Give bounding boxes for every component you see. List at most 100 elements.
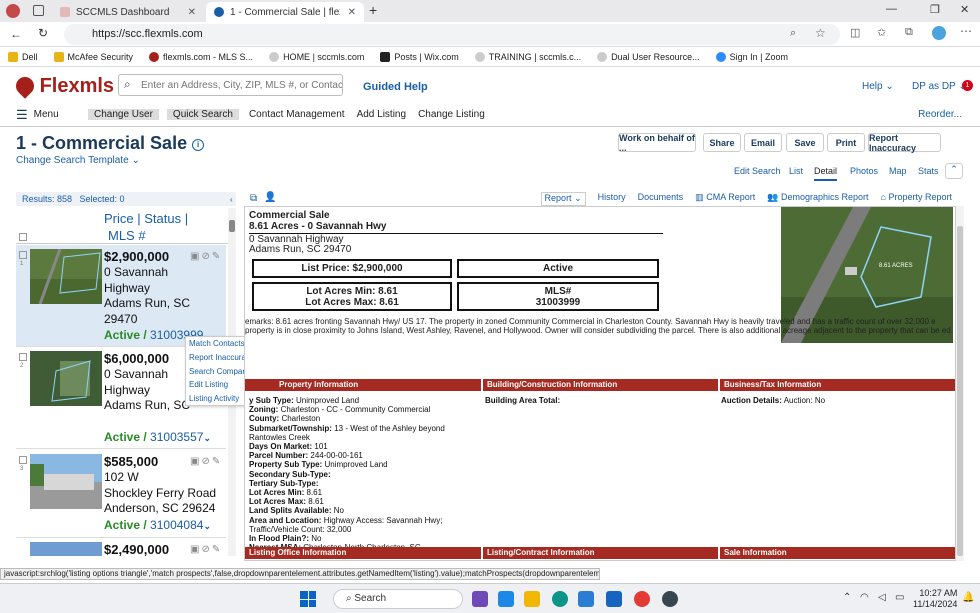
tab-detail[interactable]: Detail bbox=[814, 166, 838, 181]
maximize-icon[interactable]: ❐ bbox=[930, 3, 940, 16]
user-menu[interactable]: DP as DP ⌄ bbox=[912, 81, 967, 92]
chevron-up-icon[interactable]: ⌃ bbox=[843, 592, 851, 603]
window-close-icon[interactable]: ✕ bbox=[960, 3, 969, 16]
chrome-icon[interactable] bbox=[634, 591, 650, 607]
favorites-icon[interactable]: ✩ bbox=[877, 26, 886, 39]
bookmark-zoom[interactable]: Sign In | Zoom bbox=[715, 51, 788, 62]
report-inaccuracy-button[interactable]: Report Inaccuracy bbox=[868, 133, 941, 153]
split-screen-icon[interactable]: ◫ bbox=[850, 26, 860, 39]
tab-actions-icon[interactable] bbox=[33, 5, 44, 16]
history-link[interactable]: History bbox=[598, 192, 626, 206]
copilot-taskbar-icon[interactable] bbox=[472, 591, 488, 607]
list-item[interactable]: $2,490,000 ▣⊘✎ bbox=[16, 538, 226, 556]
listing-photo[interactable] bbox=[30, 249, 102, 304]
tab-map[interactable]: Map bbox=[889, 166, 907, 176]
more-icon[interactable]: ⋯ bbox=[960, 24, 972, 38]
hide-icon[interactable]: ⊘ bbox=[201, 544, 211, 555]
url-field[interactable]: https://scc.flexmls.com bbox=[64, 24, 840, 45]
notifications-icon[interactable]: 🔔 bbox=[962, 592, 974, 603]
listing-action-icons[interactable]: ▣⊘✎ bbox=[190, 456, 222, 467]
new-tab-icon[interactable]: + bbox=[369, 2, 377, 18]
battery-icon[interactable]: ▭ bbox=[895, 592, 904, 603]
refresh-icon[interactable]: ↻ bbox=[38, 26, 48, 40]
store-icon[interactable] bbox=[578, 591, 594, 607]
edit-icon[interactable]: ✎ bbox=[212, 456, 222, 467]
notification-badge[interactable]: 1 bbox=[962, 80, 973, 91]
bookmark-dell[interactable]: Dell bbox=[8, 51, 38, 62]
guided-help-link[interactable]: Guided Help bbox=[363, 81, 428, 93]
bookmark-mcafee[interactable]: McAfee Security bbox=[53, 51, 133, 62]
listing-action-icons[interactable]: ▣⊘✎ bbox=[190, 544, 222, 555]
tab-stats[interactable]: Stats bbox=[918, 166, 939, 176]
listing-photo[interactable] bbox=[30, 542, 102, 556]
bookmark-flexmls[interactable]: flexmls.com - MLS S... bbox=[149, 51, 253, 62]
chevron-down-icon[interactable]: ⌄ bbox=[203, 521, 211, 531]
list-item[interactable]: 1 $2,900,000 0 Savannah Highway Adams Run,… bbox=[16, 245, 226, 347]
bookmark-dual-user[interactable]: Dual User Resource... bbox=[597, 51, 700, 62]
briefcase-icon[interactable]: ▣ bbox=[190, 251, 201, 262]
listing-checkbox[interactable] bbox=[19, 251, 27, 259]
tab-list[interactable]: List bbox=[789, 166, 803, 176]
save-button[interactable]: Save bbox=[786, 133, 824, 152]
listing-action-icons[interactable]: ▣⊘✎ bbox=[190, 251, 222, 262]
tab-sccmls-dashboard[interactable]: SCCMLS Dashboard ✕ bbox=[52, 2, 204, 22]
listing-checkbox[interactable] bbox=[19, 353, 27, 361]
volume-icon[interactable]: ◁ bbox=[878, 592, 886, 603]
briefcase-icon[interactable]: ▣ bbox=[190, 544, 201, 555]
favorite-icon[interactable]: ☆ bbox=[815, 26, 826, 40]
bookmark-wix[interactable]: Posts | Wix.com bbox=[380, 51, 459, 62]
hide-icon[interactable]: ⊘ bbox=[201, 251, 211, 262]
change-user-link[interactable]: Change User bbox=[88, 109, 159, 120]
email-button[interactable]: Email bbox=[744, 133, 782, 152]
listing-photo[interactable] bbox=[30, 454, 102, 509]
info-icon[interactable]: i bbox=[192, 139, 205, 151]
close-icon[interactable]: ✕ bbox=[348, 7, 356, 18]
report-scrollbar[interactable] bbox=[956, 206, 964, 561]
edit-icon[interactable]: ✎ bbox=[212, 251, 222, 262]
listing-photo[interactable] bbox=[30, 351, 102, 406]
app-icon-2[interactable] bbox=[662, 591, 678, 607]
profile-icon[interactable] bbox=[6, 4, 20, 18]
copilot-icon[interactable] bbox=[932, 26, 946, 40]
tab-commercial-sale[interactable]: 1 - Commercial Sale | flexmls Web ✕ bbox=[206, 2, 364, 22]
briefcase-icon[interactable]: ▣ bbox=[190, 456, 201, 467]
bookmark-sccmls-home[interactable]: HOME | sccmls.com bbox=[269, 51, 364, 62]
report-dropdown[interactable]: Report ⌄ bbox=[540, 192, 586, 206]
minimize-icon[interactable]: — bbox=[886, 3, 897, 15]
back-icon[interactable]: ← bbox=[10, 27, 22, 41]
list-item[interactable]: 3 $585,000 102 W Shockley Ferry Road Ander… bbox=[16, 450, 226, 538]
mls-number-link[interactable]: 31004084 bbox=[150, 518, 203, 532]
task-view-icon[interactable] bbox=[498, 591, 514, 607]
file-explorer-icon[interactable] bbox=[524, 591, 540, 607]
flexmls-logo[interactable]: Flexmls bbox=[12, 73, 114, 99]
work-on-behalf-button[interactable]: Work on behalf of ... bbox=[618, 133, 696, 153]
cma-report-link[interactable]: ▥ CMA Report bbox=[695, 192, 755, 206]
reorder-link[interactable]: Reorder... bbox=[912, 109, 968, 120]
windows-start-icon[interactable] bbox=[300, 591, 316, 607]
sort-price[interactable]: Price bbox=[104, 211, 134, 226]
contact-management-link[interactable]: Contact Management bbox=[243, 109, 351, 120]
share-button[interactable]: Share bbox=[703, 133, 741, 152]
add-listing-link[interactable]: Add Listing bbox=[351, 109, 412, 120]
sort-status[interactable]: Status bbox=[144, 211, 181, 226]
menu-button[interactable]: ☰ Menu bbox=[0, 107, 84, 123]
documents-link[interactable]: Documents bbox=[638, 192, 684, 206]
global-search-input[interactable] bbox=[118, 74, 343, 96]
select-all-checkbox[interactable] bbox=[19, 233, 27, 241]
print-button[interactable]: Print bbox=[827, 133, 865, 152]
tab-photos[interactable]: Photos bbox=[850, 166, 878, 176]
edit-icon[interactable]: ✎ bbox=[212, 544, 222, 555]
taskbar-search[interactable]: ⌕ Search bbox=[333, 589, 463, 609]
chevron-down-icon[interactable]: ⌄ bbox=[203, 433, 211, 443]
edge-icon[interactable] bbox=[552, 591, 568, 607]
tab-edit-search[interactable]: Edit Search bbox=[734, 166, 781, 176]
collapse-icon[interactable]: ⌃ bbox=[945, 163, 963, 179]
collections-icon[interactable]: ⧉ bbox=[905, 26, 913, 39]
bookmark-training[interactable]: TRAINING | sccmls.c... bbox=[474, 51, 581, 62]
clock[interactable]: 10:27 AM 11/14/2024 bbox=[913, 588, 957, 610]
property-report-link[interactable]: ⌂ Property Report bbox=[881, 192, 952, 206]
app-icon[interactable] bbox=[606, 591, 622, 607]
change-search-template-link[interactable]: Change Search Template ⌄ bbox=[16, 155, 140, 166]
mls-number-link[interactable]: 31003557 bbox=[150, 430, 203, 444]
panel-collapse-icon[interactable]: ‹ bbox=[230, 195, 233, 204]
